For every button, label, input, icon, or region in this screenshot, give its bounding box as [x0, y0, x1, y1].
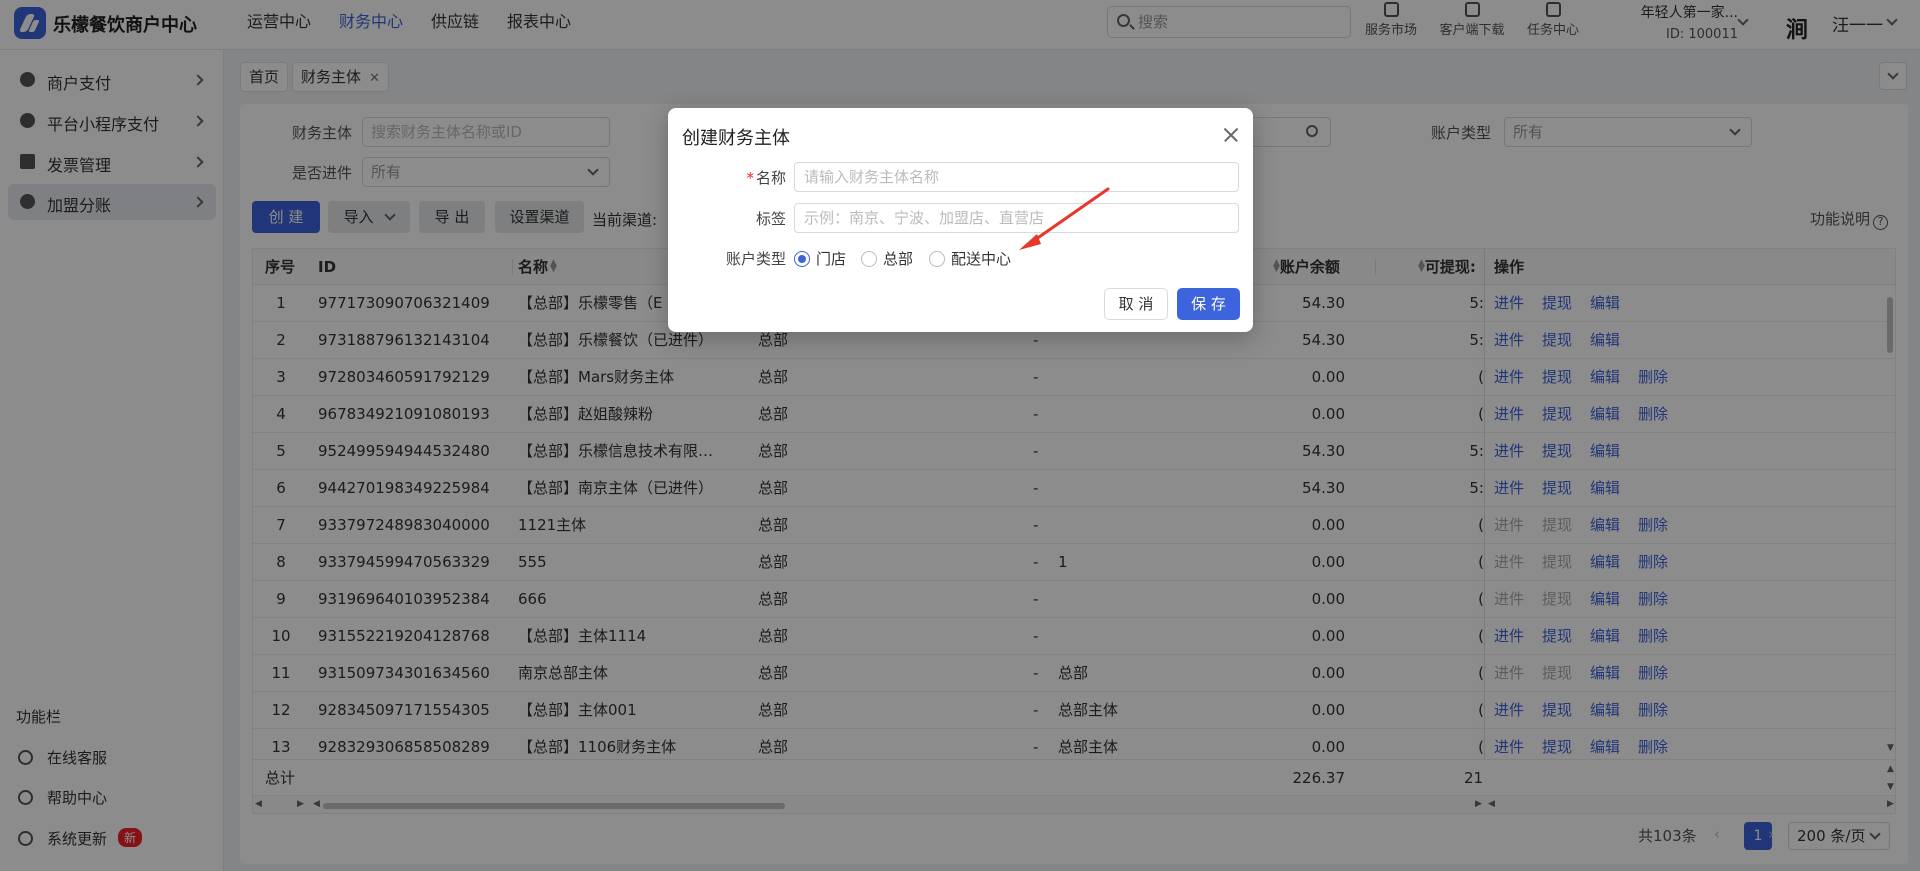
required-asterisk: * — [746, 169, 754, 187]
create-finance-entity-dialog: 创建财务主体 *名称 标签 账户类型 门店 总部 配送中心 取 消 保 存 — [668, 108, 1253, 332]
annotation-arrow-icon — [1019, 187, 1110, 250]
radio-label: 门店 — [816, 250, 847, 268]
tag-field-label: 标签 — [755, 210, 786, 228]
dialog-title: 创建财务主体 — [682, 128, 790, 149]
radio-label: 总部 — [883, 250, 914, 268]
radio-label: 配送中心 — [951, 250, 1012, 268]
radio-unchecked-icon — [929, 251, 945, 267]
close-icon[interactable] — [1220, 124, 1242, 146]
save-button[interactable]: 保 存 — [1177, 288, 1240, 320]
label-text: 名称 — [755, 169, 786, 187]
radio-unchecked-icon — [861, 251, 877, 267]
cancel-button[interactable]: 取 消 — [1104, 288, 1168, 320]
radio-checked-icon — [794, 251, 810, 267]
name-field-label: * 名称 — [668, 167, 786, 188]
account-type-field-label: 账户类型 — [725, 250, 786, 268]
